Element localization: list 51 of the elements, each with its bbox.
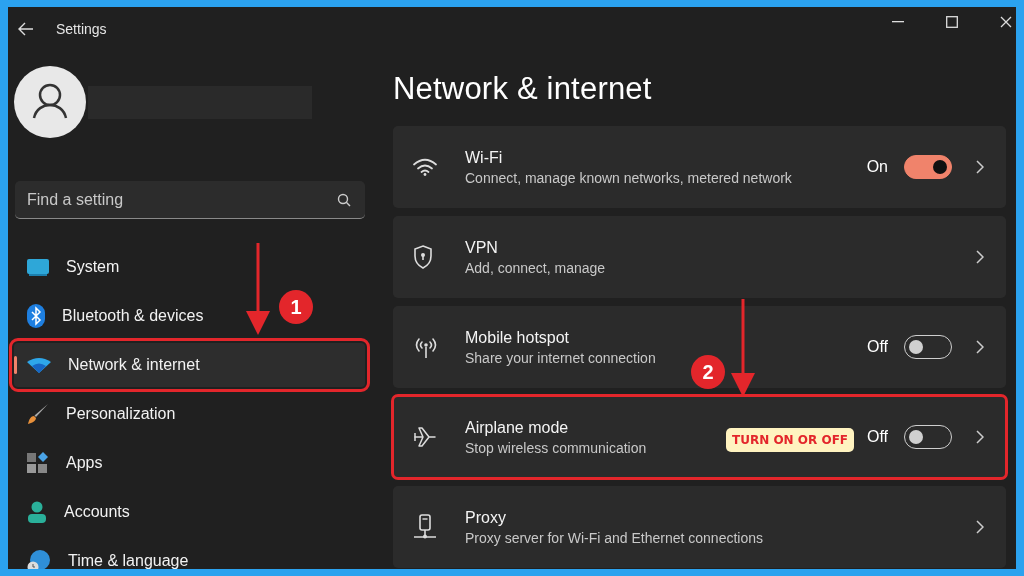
card-subtitle: Share your internet connection xyxy=(465,349,656,366)
search-field[interactable]: Find a setting xyxy=(15,181,365,219)
hotspot-icon xyxy=(413,335,439,359)
card-title: Proxy xyxy=(465,508,506,527)
search-icon xyxy=(337,193,351,207)
settings-card[interactable]: VPN Add, connect, manage xyxy=(393,216,1006,298)
minimize-icon[interactable] xyxy=(892,21,904,23)
card-subtitle: Connect, manage known networks, metered network xyxy=(465,169,792,186)
avatar-icon xyxy=(14,66,86,138)
shield-icon xyxy=(413,245,433,269)
maximize-icon[interactable] xyxy=(946,16,958,28)
wifi-icon xyxy=(413,158,437,176)
bluetooth-icon xyxy=(27,304,45,328)
monitor-icon xyxy=(27,258,49,276)
settings-card[interactable]: Proxy Proxy server for Wi-Fi and Ethernet connections xyxy=(393,486,1006,568)
sidebar-item[interactable]: System xyxy=(14,245,128,289)
paintbrush-icon xyxy=(27,403,49,425)
wifi-icon xyxy=(27,357,51,373)
settings-card[interactable]: Wi-Fi Connect, manage known networks, metered network On xyxy=(393,126,1006,208)
sidebar-item[interactable]: Personalization xyxy=(14,392,184,436)
chevron-right-icon[interactable] xyxy=(976,520,984,534)
toggle-state-label: On xyxy=(866,158,888,176)
card-subtitle: Stop wireless communication xyxy=(465,439,647,456)
card-title: VPN xyxy=(465,238,498,257)
page-heading: Network & internet xyxy=(393,71,653,107)
sidebar-item[interactable]: Time & language xyxy=(14,539,197,569)
chevron-right-icon[interactable] xyxy=(976,430,984,444)
apps-icon xyxy=(27,452,49,474)
toggle-switch[interactable] xyxy=(904,155,952,179)
card-title: Mobile hotspot xyxy=(465,328,570,347)
toggle-state-label: Off xyxy=(866,338,888,356)
sidebar-item[interactable]: Accounts xyxy=(14,490,138,534)
card-subtitle: Add, connect, manage xyxy=(465,259,606,276)
card-title: Wi-Fi xyxy=(465,148,503,167)
close-icon[interactable] xyxy=(1000,16,1012,28)
chevron-right-icon[interactable] xyxy=(976,160,984,174)
chevron-right-icon[interactable] xyxy=(976,250,984,264)
sidebar-item[interactable]: Apps xyxy=(14,441,111,485)
chevron-right-icon[interactable] xyxy=(976,340,984,354)
back-icon[interactable] xyxy=(18,22,34,36)
card-title: Airplane mode xyxy=(465,418,569,437)
globe-clock-icon xyxy=(27,549,51,569)
step-number-badge: 1 xyxy=(279,290,313,324)
callout-label: TURN ON OR OFF xyxy=(726,428,855,452)
card-subtitle: Proxy server for Wi-Fi and Ethernet connections xyxy=(465,529,763,546)
person-icon xyxy=(27,501,47,523)
toggle-state-label: Off xyxy=(866,428,888,446)
sidebar-item[interactable]: Bluetooth & devices xyxy=(14,294,212,338)
window-title: Settings xyxy=(56,21,107,37)
proxy-icon xyxy=(413,514,437,540)
airplane-icon xyxy=(413,426,439,448)
